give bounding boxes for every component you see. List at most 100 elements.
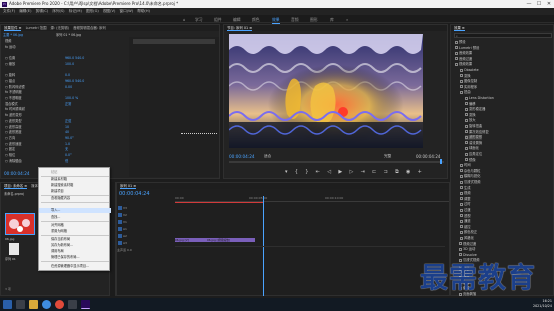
menu-item-import[interactable]: 导入... — [39, 208, 111, 214]
clip-selector[interactable]: 主要 * 06.jpg — [3, 32, 23, 37]
effect-property-row[interactable]: ○ 缩放 100.0 — [5, 62, 74, 67]
menu-item-recall-layout[interactable]: 调用布局 — [39, 249, 111, 254]
maximize-button[interactable]: ☐ — [534, 0, 544, 8]
menu-clip[interactable]: 剪辑(C) — [36, 8, 49, 15]
effects-tree-item[interactable]: 视频过渡 — [459, 242, 476, 247]
program-current-time[interactable]: 00:00:04:24 — [229, 154, 255, 159]
export-frame-icon[interactable]: ⧉ — [395, 169, 399, 175]
effect-property-value[interactable]: 100.0 — [65, 62, 74, 67]
menu-markers[interactable]: 标记(M) — [69, 8, 82, 15]
effects-search-input[interactable]: ⌕ — [454, 33, 552, 38]
menu-graphics[interactable]: 图形(G) — [86, 8, 99, 15]
menu-item-find[interactable]: 查找... — [39, 215, 111, 220]
effects-tree-item[interactable]: 扭曲 — [460, 90, 471, 95]
effects-tree-item[interactable]: 预设 — [455, 40, 466, 45]
effect-property-value[interactable]: 0.0 — [65, 73, 70, 78]
effects-tree-item[interactable]: 边角定位 — [465, 152, 482, 157]
timeline-clip-2[interactable]: 06.jpg [视频缩放] — [207, 238, 255, 242]
menu-item-new-bin[interactable]: 新建素材箱 — [39, 177, 111, 182]
menu-item-align-grid[interactable]: 对齐网格 — [39, 223, 111, 228]
effects-tree-item[interactable]: 颜色校正 — [460, 230, 477, 235]
lift-icon[interactable]: ⊏ — [372, 169, 376, 175]
playback-resolution-select[interactable]: 完整 — [384, 154, 391, 159]
effect-property-value[interactable]: 960.0 540.0 — [65, 56, 84, 61]
tab-effect-controls[interactable]: 效果控件 ≡ — [4, 26, 22, 31]
project-item-sequence[interactable]: 序列 01 — [5, 257, 16, 261]
menu-item-reveal-in-explorer[interactable]: 在资源管理器中显示项目... — [39, 264, 111, 269]
effects-tree-item[interactable]: 透视 — [460, 214, 471, 219]
effect-property-row[interactable]: fx 波形变形 — [5, 113, 22, 118]
track-a2[interactable]: A2 — [117, 233, 175, 239]
effect-property-value[interactable]: 40 — [65, 130, 69, 135]
effect-property-row[interactable]: ○ 不透明度 100.0 % — [5, 96, 78, 101]
effect-property-value[interactable]: 90.0° — [65, 136, 74, 141]
effect-property-value[interactable]: 100.0 % — [65, 96, 78, 101]
effects-tree-item[interactable]: 视频效果 — [455, 62, 472, 67]
menu-help[interactable]: 帮助(H) — [137, 8, 150, 15]
program-timebar[interactable] — [229, 159, 444, 164]
tab-source[interactable]: 源: (无剪辑) — [51, 26, 69, 30]
effect-property-value[interactable]: 960.0 540.0 — [65, 79, 84, 84]
effect-property-row[interactable]: ○ 锚点 960.0 540.0 — [5, 79, 84, 84]
effect-property-value[interactable]: 1.0 — [65, 142, 70, 147]
mark-out-icon[interactable]: } — [305, 169, 308, 175]
play-icon[interactable]: ▶ — [338, 169, 342, 175]
track-v1[interactable]: V1 — [117, 219, 175, 225]
workspace-learn[interactable]: 学习 — [195, 17, 203, 23]
workspace-effects[interactable]: 效果 — [272, 17, 280, 24]
file-explorer-icon[interactable] — [29, 300, 38, 309]
effect-keyframe-area[interactable] — [129, 37, 219, 177]
effect-property-row[interactable]: 视频 — [5, 39, 11, 44]
menu-file[interactable]: 文件(F) — [3, 8, 15, 15]
menu-sequence[interactable]: 序列(S) — [52, 8, 64, 15]
start-icon[interactable] — [3, 300, 12, 309]
browser-icon[interactable] — [42, 300, 51, 309]
zoom-level-select[interactable]: 适合 — [264, 154, 271, 159]
sequence-selector[interactable]: 序列 01 * 06.jpg — [56, 32, 81, 37]
effect-property-row[interactable]: ○ 波形类型 正弦 — [5, 119, 71, 124]
clock-date[interactable]: 2021/10/24 — [524, 304, 552, 308]
effects-tree-item[interactable]: 风格化 — [460, 236, 474, 241]
menu-item-reset-grid[interactable]: 重置为网格 — [39, 229, 111, 234]
effects-tree-item[interactable]: 果冻效应修复 — [465, 130, 489, 135]
effect-property-value[interactable]: 0.0° — [65, 153, 72, 158]
effect-property-row[interactable]: 混合模式 正常 — [5, 102, 71, 107]
effect-property-value[interactable]: 正弦 — [65, 119, 71, 124]
effects-tree-item[interactable]: Obsolete — [460, 68, 479, 73]
effect-property-row[interactable]: ○ 旋转 0.0 — [5, 73, 70, 78]
home-icon[interactable]: ⌂ — [183, 17, 185, 22]
effect-property-value[interactable]: 无 — [65, 147, 68, 152]
timeline-timecode[interactable]: 00:00:04:24 — [119, 191, 150, 197]
effects-tree-item[interactable]: 变形稳定器 — [465, 107, 485, 112]
effect-property-row[interactable]: ○ 波形高度 10 — [5, 125, 69, 130]
tab-project[interactable]: 项目: 未命名 ≡ — [4, 184, 28, 189]
tab-program[interactable]: 节目: 序列 01 ≡ — [227, 26, 253, 31]
effects-tree-item[interactable]: 旋转扭曲 — [465, 124, 482, 129]
effect-property-row[interactable]: ○ 消除锯齿 低 — [5, 159, 68, 164]
app-icon[interactable] — [68, 300, 77, 309]
add-marker-icon[interactable]: ▾ — [285, 169, 288, 175]
effect-property-row[interactable]: fx 不透明度 — [5, 90, 22, 95]
effects-tree-item[interactable]: 音频效果 — [455, 51, 472, 56]
menu-item-paste[interactable]: 粘贴 — [39, 170, 111, 175]
track-a1[interactable]: A1 — [117, 226, 175, 232]
menu-item-new-item[interactable]: 新建项目 — [39, 189, 111, 194]
effect-property-row[interactable]: fx 运动 — [5, 45, 15, 50]
effect-property-row[interactable]: fx 时间重映射 — [5, 107, 25, 112]
effects-tree-item[interactable]: 模糊与锐化 — [460, 174, 480, 179]
track-a3[interactable]: A3 — [117, 240, 175, 246]
effects-tree-item[interactable]: 变换 — [460, 74, 471, 79]
button-editor-icon[interactable]: + — [418, 169, 422, 175]
timeline-clip-1[interactable]: 06.jpg [V] — [175, 238, 207, 242]
workspace-editing[interactable]: 编辑 — [233, 17, 241, 23]
effects-tree-item[interactable]: 生成 — [460, 186, 471, 191]
extract-icon[interactable]: ⊐ — [384, 169, 388, 175]
step-forward-icon[interactable]: ▷ — [350, 169, 354, 175]
effect-property-row[interactable]: ○ 固定 无 — [5, 147, 68, 152]
minimize-button[interactable]: — — [524, 0, 534, 8]
effects-tree-item[interactable]: 时间 — [460, 163, 471, 168]
more-workspaces-icon[interactable]: » — [346, 17, 348, 22]
effect-controls-timecode[interactable]: 00:00:04:24 — [4, 171, 30, 176]
project-item-name[interactable]: 06.jpg — [5, 237, 14, 241]
effects-tree-item[interactable]: 放大 — [465, 118, 476, 123]
